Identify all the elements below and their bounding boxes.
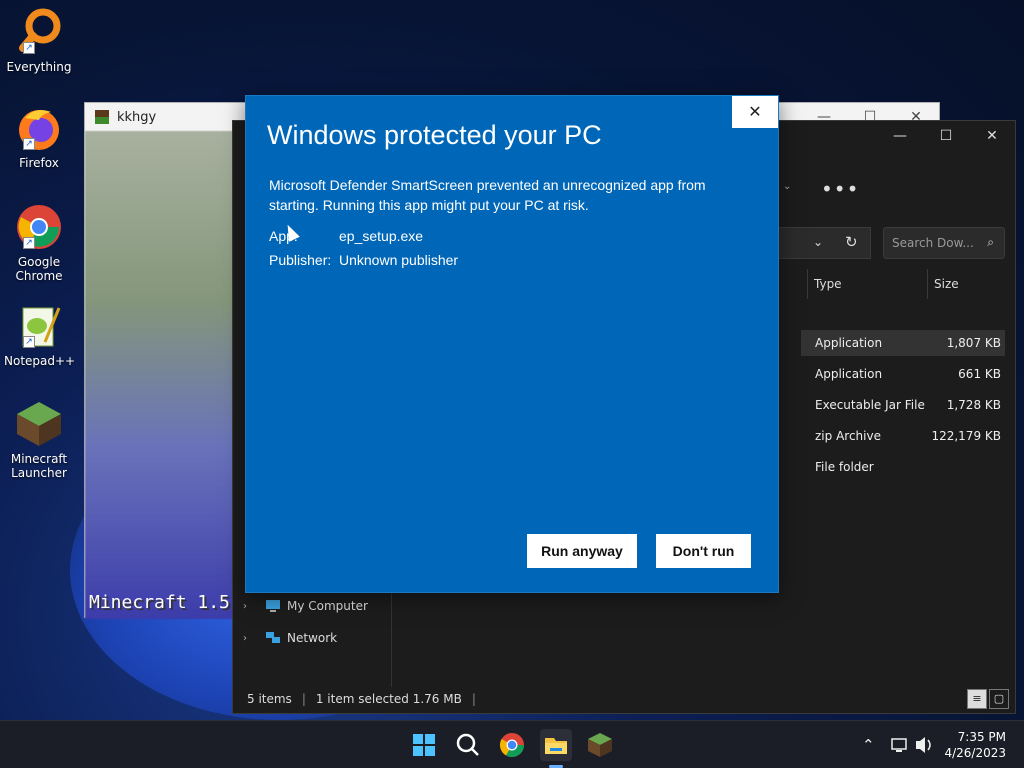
desktop-icon-minecraft[interactable]: Minecraft Launcher (4, 400, 74, 480)
address-bar[interactable]: ⌄ ↻ (779, 227, 871, 259)
file-type: File folder (815, 460, 874, 474)
taskbar-file-explorer[interactable] (540, 729, 572, 761)
search-placeholder: Search Dow... (892, 236, 974, 250)
dialog-message: Microsoft Defender SmartScreen prevented… (269, 177, 706, 213)
search-icon (456, 733, 479, 756)
pane-divider[interactable] (391, 591, 392, 687)
explorer-minimize-button[interactable]: — (877, 121, 923, 151)
taskbar: ⌃ 7:35 PM 4/26/2023 (0, 720, 1024, 768)
desktop-icon-label: Google Chrome (15, 255, 63, 283)
publisher-label: Publisher: (269, 252, 332, 268)
desktop-icon-label: Minecraft Launcher (10, 452, 68, 480)
status-selection: 1 item selected 1.76 MB (315, 692, 462, 706)
taskbar-chrome[interactable] (496, 729, 528, 761)
folder-icon (545, 738, 567, 754)
minecraft-viewport[interactable] (85, 131, 245, 619)
status-item-count: 5 items (247, 692, 292, 706)
desktop-icon-everything[interactable]: ↗ Everything (4, 8, 74, 74)
chevron-up-icon[interactable]: ⌃ (862, 721, 875, 768)
tiles-view-icon[interactable]: ▢ (989, 689, 1009, 709)
search-icon: ⌕ (987, 235, 994, 249)
nav-item-my-computer[interactable]: › My Computer (243, 599, 368, 613)
windows-logo-icon (413, 734, 435, 756)
explorer-maximize-button[interactable]: ☐ (923, 121, 969, 151)
nav-label: Network (287, 631, 338, 645)
taskbar-minecraft[interactable] (584, 729, 616, 761)
clock-time: 7:35 PM (957, 730, 1006, 744)
column-header-type[interactable]: Type (807, 269, 927, 299)
clock[interactable]: 7:35 PM 4/26/2023 (944, 729, 1006, 761)
table-row[interactable]: Application 1,807 KB (801, 330, 1005, 356)
dialog-close-button[interactable]: ✕ (732, 96, 778, 128)
firefox-icon: ↗ (15, 104, 63, 152)
minecraft-launcher-icon (15, 400, 63, 448)
chrome-icon (499, 733, 524, 758)
publisher-info-row: Publisher: Unknown publisher (269, 252, 458, 268)
desktop-icon-label: Everything (6, 60, 72, 74)
table-row[interactable]: Application 661 KB (801, 361, 1005, 387)
nav-item-network[interactable]: › Network (243, 631, 337, 645)
desktop-icon-notepadpp[interactable]: ↗ Notepad++ (4, 302, 76, 368)
chrome-icon: ↗ (15, 203, 63, 251)
desktop-icon-firefox[interactable]: ↗ Firefox (4, 104, 74, 170)
refresh-icon[interactable]: ↻ (845, 233, 858, 251)
table-row[interactable]: Executable Jar File 1,728 KB (801, 392, 1005, 418)
clock-date: 4/26/2023 (944, 746, 1006, 760)
minecraft-window-title: kkhgy (117, 109, 157, 125)
dialog-title: Windows protected your PC (267, 120, 602, 150)
chevron-right-icon[interactable]: › (243, 633, 265, 644)
column-header-size[interactable]: Size (927, 269, 1005, 299)
status-bar: 5 items | 1 item selected 1.76 MB | (233, 685, 1015, 713)
explorer-close-button[interactable]: ✕ (969, 121, 1015, 151)
app-label: App: (269, 228, 298, 244)
file-size: 1,807 KB (946, 336, 1001, 350)
more-options-icon[interactable]: ••• (821, 177, 859, 201)
chevron-down-icon[interactable]: ⌄ (813, 235, 823, 249)
network-status-icon[interactable] (890, 721, 908, 768)
file-size: 661 KB (958, 367, 1001, 381)
computer-icon (266, 600, 280, 612)
publisher-value: Unknown publisher (339, 252, 459, 268)
table-row[interactable]: File folder (801, 454, 1005, 480)
minecraft-block-icon (95, 110, 109, 124)
file-type: Executable Jar File (815, 398, 925, 412)
chevron-down-icon[interactable]: ⌄ (783, 181, 791, 192)
everything-icon: ↗ (15, 8, 63, 56)
minecraft-version-text: Minecraft 1.5.2 (89, 592, 252, 613)
file-size: 122,179 KB (931, 429, 1001, 443)
file-size: 1,728 KB (946, 398, 1001, 412)
desktop-icon-chrome[interactable]: ↗ Google Chrome (4, 203, 74, 283)
file-type: zip Archive (815, 429, 881, 443)
run-anyway-button[interactable]: Run anyway (527, 534, 637, 568)
network-icon (266, 632, 280, 643)
start-button[interactable] (408, 729, 440, 761)
smartscreen-dialog: ✕ Windows protected your PC Microsoft De… (245, 95, 779, 593)
search-input[interactable]: Search Dow... ⌕ (883, 227, 1005, 259)
chevron-right-icon[interactable]: › (243, 601, 265, 612)
app-value: ep_setup.exe (339, 228, 424, 244)
dont-run-button[interactable]: Don't run (656, 534, 751, 568)
minecraft-icon (588, 733, 612, 757)
file-type: Application (815, 336, 883, 350)
volume-icon[interactable] (914, 721, 934, 768)
search-button[interactable] (452, 729, 484, 761)
file-type: Application (815, 367, 883, 381)
notepadpp-icon: ↗ (15, 302, 63, 350)
nav-label: My Computer (287, 599, 368, 613)
desktop-icon-label: Notepad++ (4, 354, 76, 368)
table-row[interactable]: zip Archive 122,179 KB (801, 423, 1005, 449)
desktop-icon-label: Firefox (19, 156, 59, 170)
details-view-icon[interactable]: ≡ (967, 689, 987, 709)
